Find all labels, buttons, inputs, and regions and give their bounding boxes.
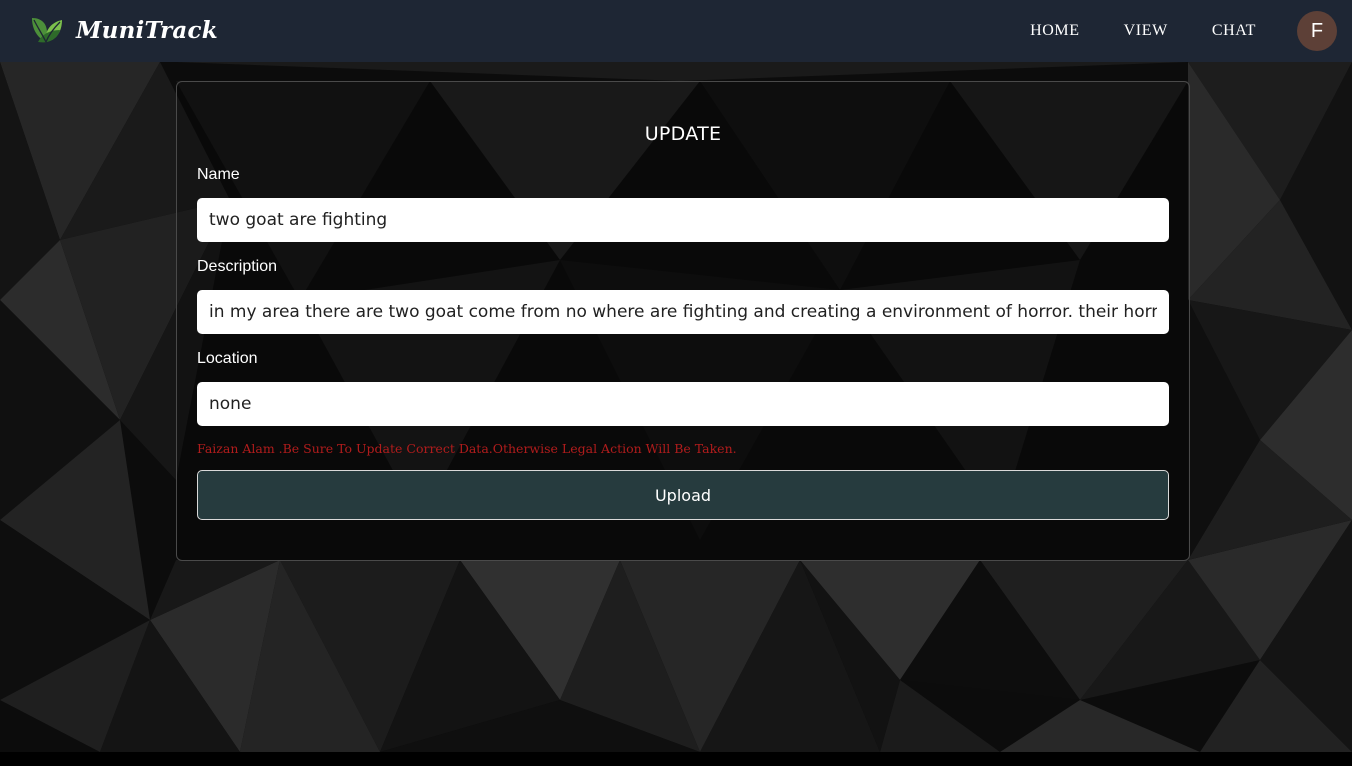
brand-name: MuniTrack — [76, 16, 218, 44]
name-label: Name — [197, 166, 240, 183]
nav-links: HOME VIEW CHAT — [986, 0, 1256, 62]
nav-link-home[interactable]: HOME — [1030, 22, 1080, 40]
legal-warning-text: Faizan Alam .Be Sure To Update Correct D… — [197, 441, 737, 456]
brand[interactable]: MuniTrack — [28, 12, 218, 48]
location-label: Location — [197, 350, 258, 367]
location-input[interactable] — [197, 382, 1169, 426]
update-form-card: UPDATE Name Description Location Faizan … — [176, 81, 1190, 561]
leaf-logo-icon — [32, 18, 62, 43]
page: MuniTrack HOME VIEW CHAT F UPDATE Name D… — [0, 0, 1352, 766]
description-input[interactable] — [197, 290, 1169, 334]
name-input[interactable] — [197, 198, 1169, 242]
description-label: Description — [197, 258, 278, 275]
navbar: MuniTrack HOME VIEW CHAT F — [0, 0, 1352, 62]
bottom-strip — [0, 752, 1352, 766]
avatar[interactable]: F — [1297, 11, 1337, 51]
nav-link-view[interactable]: VIEW — [1124, 22, 1168, 40]
upload-button[interactable]: Upload — [197, 470, 1169, 520]
nav-link-chat[interactable]: CHAT — [1212, 22, 1256, 40]
form-title: UPDATE — [644, 123, 722, 145]
